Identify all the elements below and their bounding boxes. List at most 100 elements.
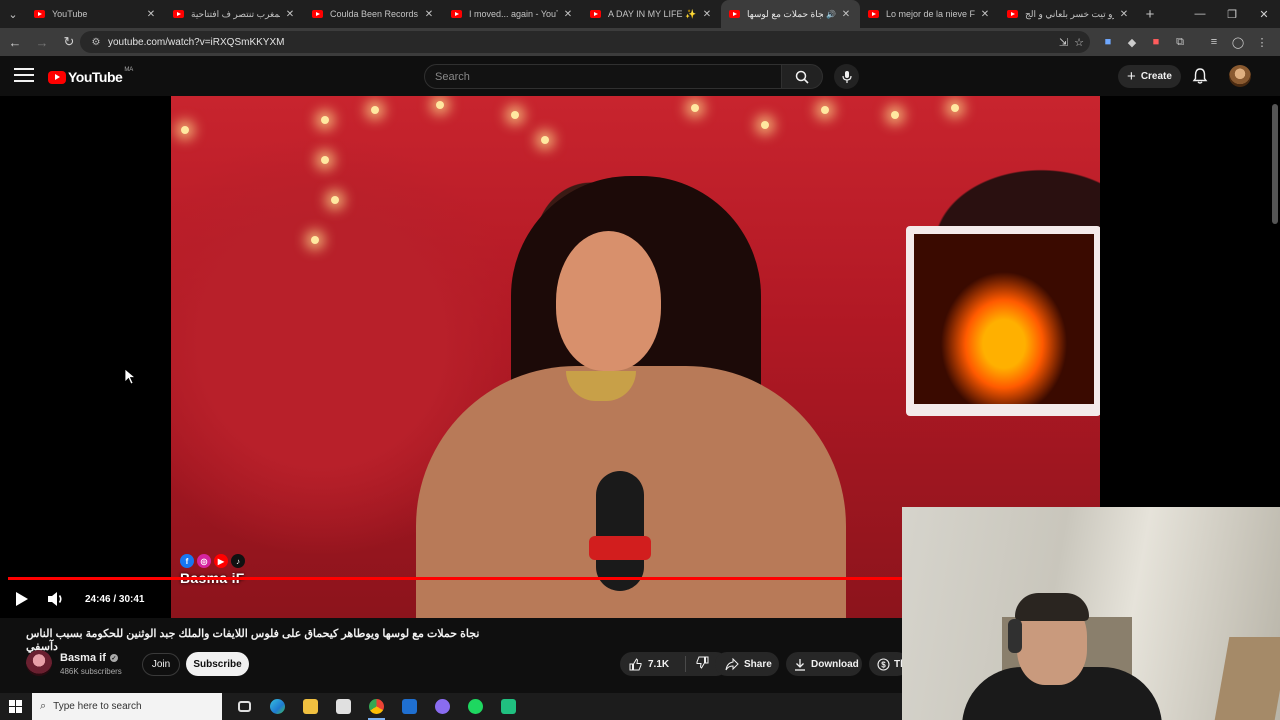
- tab-close-icon[interactable]: ✕: [979, 9, 991, 20]
- tab-close-icon[interactable]: ✕: [423, 9, 435, 20]
- tab-title: Lo mejor de la nieve Filon: [886, 9, 975, 19]
- new-tab-button[interactable]: +: [1138, 6, 1162, 23]
- search-input[interactable]: [425, 65, 781, 88]
- translate-extension-icon[interactable]: ■: [1098, 30, 1118, 54]
- browser-tab[interactable]: A DAY IN MY LIFE ✨ يعري ✕: [582, 0, 721, 28]
- tab-close-icon[interactable]: ✕: [701, 9, 713, 20]
- browser-tab[interactable]: نجاة حملات مع لوسها 🔊 ✕: [721, 0, 860, 28]
- profile-icon[interactable]: ◯: [1228, 30, 1248, 54]
- guide-menu-icon[interactable]: [14, 68, 34, 84]
- spotify-icon[interactable]: [459, 693, 492, 720]
- forward-button[interactable]: →: [30, 30, 54, 54]
- edge-browser-icon[interactable]: [261, 693, 294, 720]
- volume-icon[interactable]: [46, 590, 66, 608]
- country-code: MA: [124, 67, 134, 73]
- address-bar[interactable]: ⚙ youtube.com/watch?v=iRXQSmKKYXM ⇲ ☆: [80, 31, 1090, 53]
- plus-icon: +: [1127, 68, 1136, 85]
- youtube-play-logo-icon: [48, 70, 66, 84]
- mail-icon[interactable]: [393, 693, 426, 720]
- discord-icon[interactable]: [426, 693, 459, 720]
- tab-close-icon[interactable]: ✕: [562, 9, 574, 20]
- browser-tab[interactable]: YouTube ✕: [26, 0, 165, 28]
- youtube-logo[interactable]: YouTube MA: [48, 67, 134, 85]
- tab-title: المغرب تنتصر ف افتتاحية: [191, 8, 280, 19]
- taskbar-search-placeholder: Type here to search: [53, 701, 142, 712]
- play-button[interactable]: [12, 590, 30, 608]
- download-label: Download: [811, 658, 859, 670]
- tab-search-button[interactable]: ⌄: [0, 0, 26, 28]
- tab-close-icon[interactable]: ✕: [1118, 9, 1130, 20]
- subscribe-button[interactable]: Subscribe: [186, 652, 249, 676]
- url-text[interactable]: youtube.com/watch?v=iRXQSmKKYXM: [108, 37, 284, 48]
- task-view-icon[interactable]: [228, 693, 261, 720]
- webcam-person-hair: [1015, 593, 1089, 621]
- restore-icon[interactable]: ❐: [1216, 0, 1248, 28]
- media-control-icon[interactable]: ≡: [1204, 30, 1224, 54]
- back-button[interactable]: ←: [3, 30, 27, 54]
- file-explorer-icon[interactable]: [294, 693, 327, 720]
- social-icons: f ◎ ▶ ♪: [180, 554, 245, 568]
- taskbar-apps: [228, 693, 525, 720]
- join-button[interactable]: Join: [142, 653, 180, 676]
- create-button[interactable]: + Create: [1118, 65, 1181, 88]
- mouse-cursor-icon: [124, 368, 136, 385]
- app-green-icon[interactable]: [492, 693, 525, 720]
- share-button[interactable]: Share: [715, 652, 779, 676]
- share-arrow-icon: [725, 657, 739, 670]
- like-dislike-group: 7.1K: [620, 652, 728, 676]
- youtube-favicon-icon: [451, 10, 462, 18]
- site-info-icon[interactable]: ⚙: [86, 37, 106, 48]
- download-button[interactable]: Download: [786, 652, 862, 676]
- extension-diamond-icon[interactable]: ◆: [1122, 30, 1142, 54]
- channel-name[interactable]: Basma if ✓: [60, 652, 118, 664]
- like-button[interactable]: 7.1K: [620, 656, 686, 672]
- tab-audio-icon[interactable]: 🔊: [826, 10, 836, 19]
- window-controls: — ❐ ✕: [1184, 0, 1280, 28]
- notifications-bell-icon[interactable]: [1190, 66, 1210, 86]
- youtube-favicon-icon: [868, 10, 879, 18]
- browser-menu-icon[interactable]: ⋮: [1252, 30, 1272, 54]
- tab-title: Coulda Been Records BRO: [330, 9, 419, 19]
- browser-tab[interactable]: أندرو تيت خسر بلعاني و الج ✕: [999, 0, 1138, 28]
- reload-button[interactable]: ↻: [57, 30, 81, 54]
- tab-close-icon[interactable]: ✕: [840, 9, 852, 20]
- channel-avatar[interactable]: [26, 650, 52, 676]
- chrome-icon[interactable]: [360, 693, 393, 720]
- svg-text:$: $: [881, 660, 886, 669]
- download-icon: [795, 658, 805, 671]
- minimize-icon[interactable]: —: [1184, 0, 1216, 28]
- browser-tab[interactable]: I moved... again - YouTub ✕: [443, 0, 582, 28]
- search-button[interactable]: [781, 64, 823, 89]
- store-icon[interactable]: [327, 693, 360, 720]
- tab-close-icon[interactable]: ✕: [284, 9, 296, 20]
- tab-close-icon[interactable]: ✕: [145, 9, 157, 20]
- youtube-favicon-icon: [173, 10, 184, 18]
- account-avatar[interactable]: [1229, 65, 1251, 87]
- logo-text: YouTube: [68, 69, 123, 85]
- webcam-shelf: [1214, 637, 1280, 720]
- browser-tab[interactable]: المغرب تنتصر ف افتتاحية ✕: [165, 0, 304, 28]
- thumbs-up-icon: [629, 657, 642, 670]
- microphone-mount: [589, 536, 651, 560]
- windows-start-icon[interactable]: [0, 693, 30, 720]
- youtube-icon: ▶: [214, 554, 228, 568]
- youtube-favicon-icon: [590, 10, 601, 18]
- close-window-icon[interactable]: ✕: [1248, 0, 1280, 28]
- tiktok-icon: ♪: [231, 554, 245, 568]
- scrollbar-thumb[interactable]: [1272, 104, 1278, 224]
- bookmark-star-icon[interactable]: ☆: [1074, 36, 1084, 49]
- browser-tab[interactable]: Lo mejor de la nieve Filon ✕: [860, 0, 999, 28]
- tab-title: YouTube: [52, 9, 88, 19]
- tab-title: نجاة حملات مع لوسها: [747, 8, 824, 19]
- taskbar-search-box[interactable]: ⌕ Type here to search: [32, 693, 222, 720]
- youtube-favicon-icon: [1007, 10, 1018, 18]
- extensions-area: ■ ◆ ■ ⧉ ≡ ◯ ⋮: [1098, 30, 1272, 54]
- dislike-button[interactable]: [686, 656, 709, 672]
- monitor-fireplace: [906, 226, 1100, 416]
- extension-red-icon[interactable]: ■: [1146, 30, 1166, 54]
- browser-tab[interactable]: Coulda Been Records BRO ✕: [304, 0, 443, 28]
- extensions-puzzle-icon[interactable]: ⧉: [1170, 30, 1190, 54]
- thumbs-down-icon: [696, 656, 709, 669]
- voice-search-button[interactable]: [834, 64, 859, 89]
- install-app-icon[interactable]: ⇲: [1059, 36, 1068, 49]
